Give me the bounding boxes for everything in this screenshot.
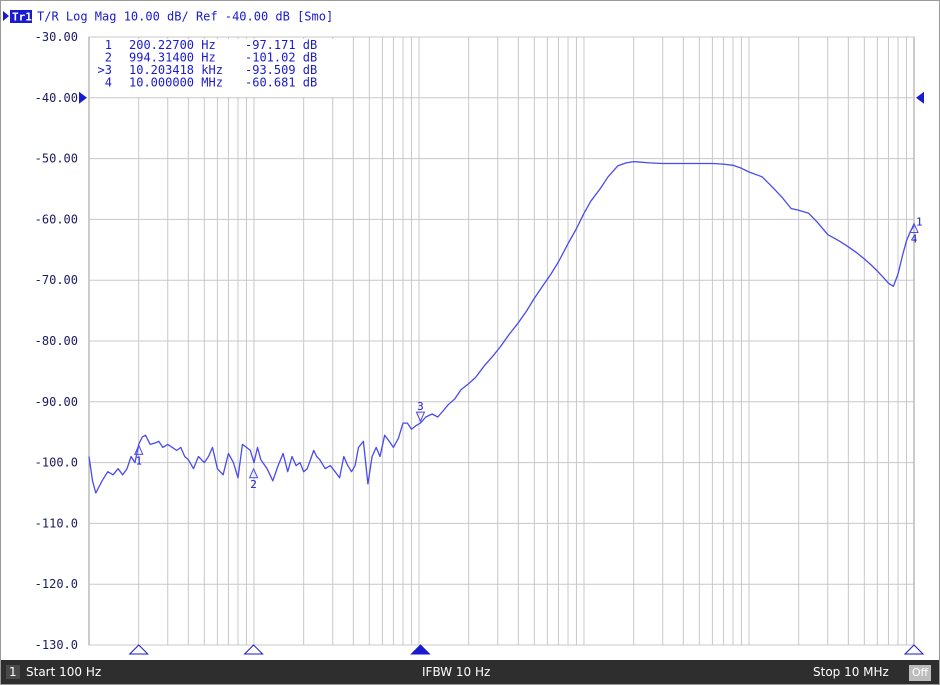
toggle-off-button[interactable]: Off <box>909 665 931 681</box>
marker-label: 3 <box>417 400 424 413</box>
y-tick-label: -80.00 <box>35 334 78 348</box>
y-tick-label: -90.00 <box>35 395 78 409</box>
marker-label: 2 <box>250 478 257 491</box>
grid <box>88 36 915 646</box>
trace-label[interactable]: Tr1 <box>12 11 32 24</box>
start-frequency[interactable]: Start 100 Hz <box>26 665 101 679</box>
marker-label: 4 <box>911 233 918 246</box>
y-tick-label: -60.00 <box>35 212 78 226</box>
ifbw-setting[interactable]: IFBW 10 Hz <box>422 665 490 679</box>
network-analyzer-window: -30.00 -40.00 -50.00 -60.00 -70.00 -80.00 -90.… <box>0 0 940 685</box>
y-tick-label: -130.0 <box>35 638 78 652</box>
stop-frequency[interactable]: Stop 10 MHz <box>813 665 889 679</box>
marker-row-frequency: 10.000000 MHz <box>129 76 223 90</box>
trace-settings-text[interactable]: T/R Log Mag 10.00 dB/ Ref -40.00 dB [Smo… <box>37 10 333 24</box>
marker-row-id: 4 <box>105 76 112 90</box>
trace-number-label: 1 <box>916 215 923 228</box>
log-mag-chart[interactable]: -30.00 -40.00 -50.00 -60.00 -70.00 -80.00 -90.… <box>0 0 940 660</box>
marker-table: 1 200.22700 Hz -97.171 dB2 994.31400 Hz -101… <box>96 38 337 97</box>
channel-number[interactable]: 1 <box>6 665 20 679</box>
y-tick-label: -50.00 <box>35 152 78 166</box>
y-tick-label: -30.00 <box>35 30 78 44</box>
stimulus-marker-icon <box>128 644 149 655</box>
active-stimulus-marker-icon <box>410 644 431 655</box>
ref-level-right-arrow-icon <box>916 91 924 104</box>
y-tick-label: -70.00 <box>35 273 78 287</box>
y-tick-label: -110.0 <box>35 516 78 530</box>
stimulus-marker-icon <box>243 644 264 655</box>
ref-level-left-arrow-icon <box>79 91 87 104</box>
trace-header: Tr1 T/R Log Mag 10.00 dB/ Ref -40.00 dB … <box>3 10 333 24</box>
marker-row-value: -60.681 dB <box>245 76 317 90</box>
y-tick-label: -120.0 <box>35 577 78 591</box>
stimulus-marker-icon <box>903 644 925 655</box>
trace-active-arrow-icon <box>3 11 9 21</box>
y-tick-label: -40.00 <box>35 91 78 105</box>
marker-label: 1 <box>135 454 142 467</box>
status-bar: 1 Start 100 Hz IFBW 10 Hz Stop 10 MHz Of… <box>1 660 939 684</box>
y-tick-label: -100.0 <box>35 456 78 470</box>
